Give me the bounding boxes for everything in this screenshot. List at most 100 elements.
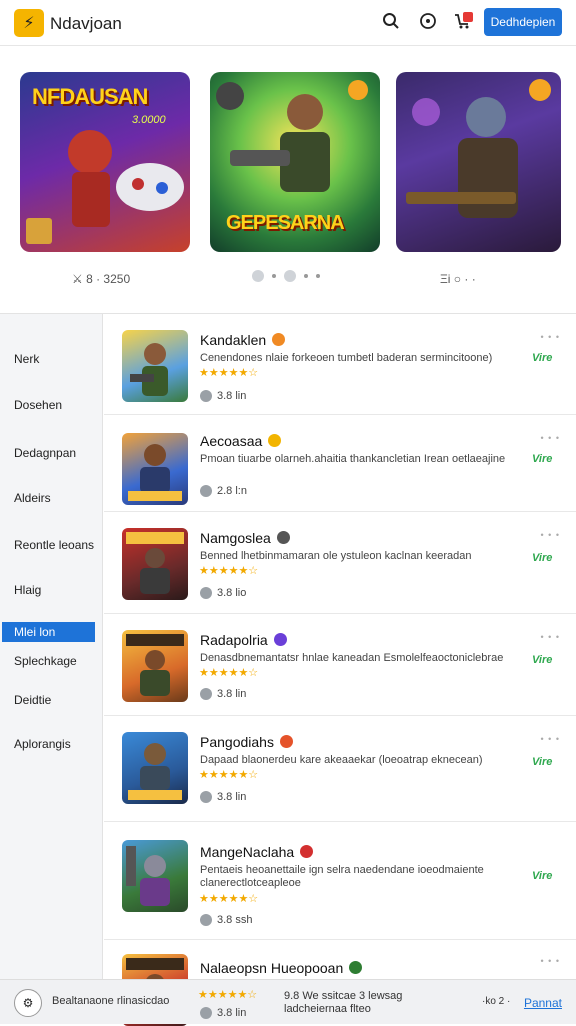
rating-stars: ★★★★★☆ (198, 989, 258, 1001)
carousel-dot-active[interactable] (284, 270, 296, 282)
download-icon (200, 688, 212, 700)
app-badge-icon (273, 633, 287, 646)
rating-stars: ★★★★★☆ (199, 893, 259, 905)
list-item[interactable]: Namgoslea Benned lhetbinmamaran ole ystu… (104, 512, 576, 614)
install-button[interactable]: Vire (532, 552, 566, 566)
more-options-icon[interactable]: • • • (541, 530, 560, 540)
featured-card[interactable]: GEPESARNA (210, 72, 380, 252)
app-description: Denasdbnemantatsr hnlae kaneadan Esmolel… (200, 652, 504, 664)
install-button[interactable]: Vire (532, 453, 566, 467)
sidebar-item[interactable]: Reontle leoans (14, 538, 94, 552)
app-thumbnail (122, 433, 188, 505)
more-options-icon[interactable]: • • • (541, 734, 560, 744)
app-badge-icon (272, 333, 286, 346)
download-icon (200, 587, 212, 599)
settings-icon[interactable]: ⚙ (14, 989, 42, 1017)
app-title[interactable]: Namgoslea (200, 530, 290, 546)
sidebar-item[interactable]: Aldeirs (14, 491, 51, 505)
app-title[interactable]: Aecoasaa (200, 433, 282, 449)
carousel-dot[interactable] (304, 274, 308, 278)
category-sidebar: Nerk Dosehen Dedagnpan Aldeirs Reontle l… (0, 314, 103, 1024)
download-icon (200, 1007, 212, 1019)
card-title: GEPESARNA (226, 212, 345, 234)
install-button[interactable]: Vire (532, 756, 566, 770)
list-item[interactable]: Pangodiahs Dapaad blaonerdeu kare akeaae… (104, 716, 576, 822)
featured-card[interactable] (396, 72, 561, 252)
app-logo-icon[interactable]: ⚡ (14, 9, 44, 37)
bottom-bar-text: Bealtanaone rlinasicdao (52, 995, 170, 1007)
carousel-dot[interactable] (252, 270, 264, 282)
app-thumbnail (122, 330, 188, 402)
more-options-icon[interactable]: • • • (541, 433, 560, 443)
app-thumbnail (122, 630, 188, 702)
carousel-meta-right: Ξi ○ · · (440, 272, 476, 286)
sidebar-item[interactable]: Dedagnpan (14, 446, 76, 460)
sidebar-item[interactable]: Splechkage (14, 654, 77, 668)
app-badge-icon (349, 961, 363, 974)
install-button[interactable]: Vire (532, 654, 566, 668)
app-description: Pentaeis heoanettaile ign selra naedenda… (200, 864, 484, 889)
sidebar-item[interactable]: Aplorangis (14, 737, 71, 751)
list-item[interactable]: MangeNaclaha Pentaeis heoanettaile ign s… (104, 822, 576, 940)
sidebar-item[interactable]: Dosehen (14, 398, 62, 412)
download-icon (200, 791, 212, 803)
install-button[interactable]: Vire (532, 352, 566, 366)
rating-stars: ★★★★★☆ (199, 667, 259, 679)
bottom-bar-description: 9.8 We ssitcae 3 lewsag ladcheiernaa flt… (284, 990, 403, 1015)
sidebar-item[interactable]: Hlaig (14, 583, 41, 597)
app-size: 3.8 lin (200, 1007, 246, 1019)
list-item[interactable]: Aecoasaa Pmoan tiuarbe olarneh.ahaitia t… (104, 415, 576, 512)
app-size: 3.8 ssh (200, 914, 252, 926)
app-size: 3.8 lin (200, 390, 246, 402)
brand-name[interactable]: Ndavjoan (50, 14, 122, 34)
app-thumbnail (122, 840, 188, 912)
download-icon (200, 914, 212, 926)
sidebar-item[interactable]: Nerk (14, 352, 39, 366)
more-options-icon[interactable]: • • • (541, 332, 560, 342)
sidebar-item[interactable]: Deidtie (14, 693, 51, 707)
app-title[interactable]: Kandaklen (200, 332, 286, 348)
rating-stars: ★★★★★☆ (199, 367, 259, 379)
card-title: NFDAUSAN (32, 84, 148, 109)
app-size: 3.8 lio (200, 587, 246, 599)
carousel-meta-left: ⚔ 8 · 3250 (72, 272, 131, 286)
featured-carousel: NFDAUSAN 3.0000 GEPESARNA ⚔ 8 · 3250 Ξi … (0, 46, 576, 314)
chat-icon[interactable] (418, 12, 438, 32)
app-title[interactable]: Pangodiahs (200, 734, 293, 750)
app-size: 3.8 lin (200, 791, 246, 803)
more-options-icon[interactable]: • • • (541, 632, 560, 642)
bottom-bar-count: ·ko 2 · (482, 996, 511, 1007)
app-badge-icon (300, 845, 314, 858)
top-header: ⚡ Ndavjoan Dedhdepien (0, 0, 576, 46)
rating-stars: ★★★★★☆ (199, 769, 259, 781)
app-list: Kandaklen Cenendones nlaie forkeoen tumb… (104, 314, 576, 1026)
more-options-icon[interactable]: • • • (541, 956, 560, 966)
carousel-dot[interactable] (316, 274, 320, 278)
sidebar-item-active[interactable]: Mlei lon (2, 622, 95, 642)
carousel-pagination[interactable] (252, 270, 320, 282)
list-item[interactable]: Radapolria Denasdbnemantatsr hnlae kanea… (104, 614, 576, 716)
app-badge-icon (268, 434, 282, 447)
app-title[interactable]: MangeNaclaha (200, 844, 314, 860)
bottom-bar-link[interactable]: Pannat (524, 996, 562, 1010)
search-icon[interactable] (381, 12, 401, 32)
rating-stars: ★★★★★☆ (199, 565, 259, 577)
app-description: Pmoan tiuarbe olarneh.ahaitia thankancle… (200, 453, 506, 465)
carousel-dot[interactable] (272, 274, 276, 278)
app-description: Dapaad blaonerdeu kare akeaaekar (loeoat… (200, 754, 483, 766)
card-badge: 3.0000 (132, 114, 166, 126)
list-item[interactable]: Kandaklen Cenendones nlaie forkeoen tumb… (104, 314, 576, 415)
app-title[interactable]: Radapolria (200, 632, 287, 648)
app-badge-icon (276, 531, 290, 544)
app-thumbnail (122, 528, 188, 600)
app-title[interactable]: Nalaeopsn Hueopooan (200, 960, 363, 976)
install-button[interactable]: Vire (532, 870, 566, 884)
download-icon (200, 485, 212, 497)
primary-action-button[interactable]: Dedhdepien (484, 8, 562, 36)
notification-badge (463, 12, 473, 22)
featured-card[interactable]: NFDAUSAN 3.0000 (20, 72, 190, 252)
app-thumbnail (122, 732, 188, 804)
download-icon (200, 390, 212, 402)
app-description: Cenendones nlaie forkeoen tumbetl badera… (200, 352, 493, 364)
app-size: 3.8 lin (200, 688, 246, 700)
